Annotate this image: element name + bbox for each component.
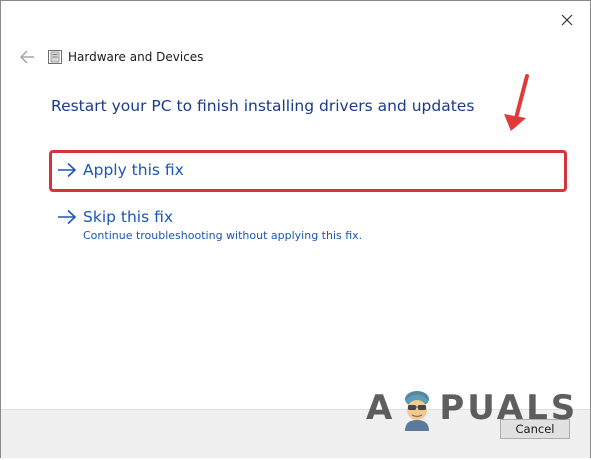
red-arrow-annotation — [504, 74, 529, 131]
window-title: Hardware and Devices — [68, 50, 204, 64]
apply-fix-link[interactable]: Apply this fix — [57, 159, 184, 181]
skip-fix-link[interactable]: Skip this fix — [57, 206, 173, 228]
close-icon — [561, 14, 573, 26]
skip-fix-label: Skip this fix — [83, 208, 174, 226]
close-button[interactable] — [549, 7, 585, 33]
apply-fix-label: Apply this fix — [83, 161, 184, 179]
appuals-watermark: A PUALS — [366, 384, 580, 432]
watermark-prefix: A — [366, 388, 396, 428]
arrow-right-icon — [58, 209, 77, 225]
back-arrow-icon — [20, 50, 34, 64]
skip-fix-description: Continue troubleshooting without applyin… — [83, 229, 363, 242]
mascot-icon — [405, 391, 430, 431]
back-button[interactable] — [15, 45, 39, 69]
troubleshooter-icon — [48, 50, 62, 64]
page-heading: Restart your PC to finish installing dri… — [51, 97, 475, 115]
watermark-suffix: PUALS — [439, 388, 579, 428]
arrow-right-icon — [58, 162, 77, 178]
